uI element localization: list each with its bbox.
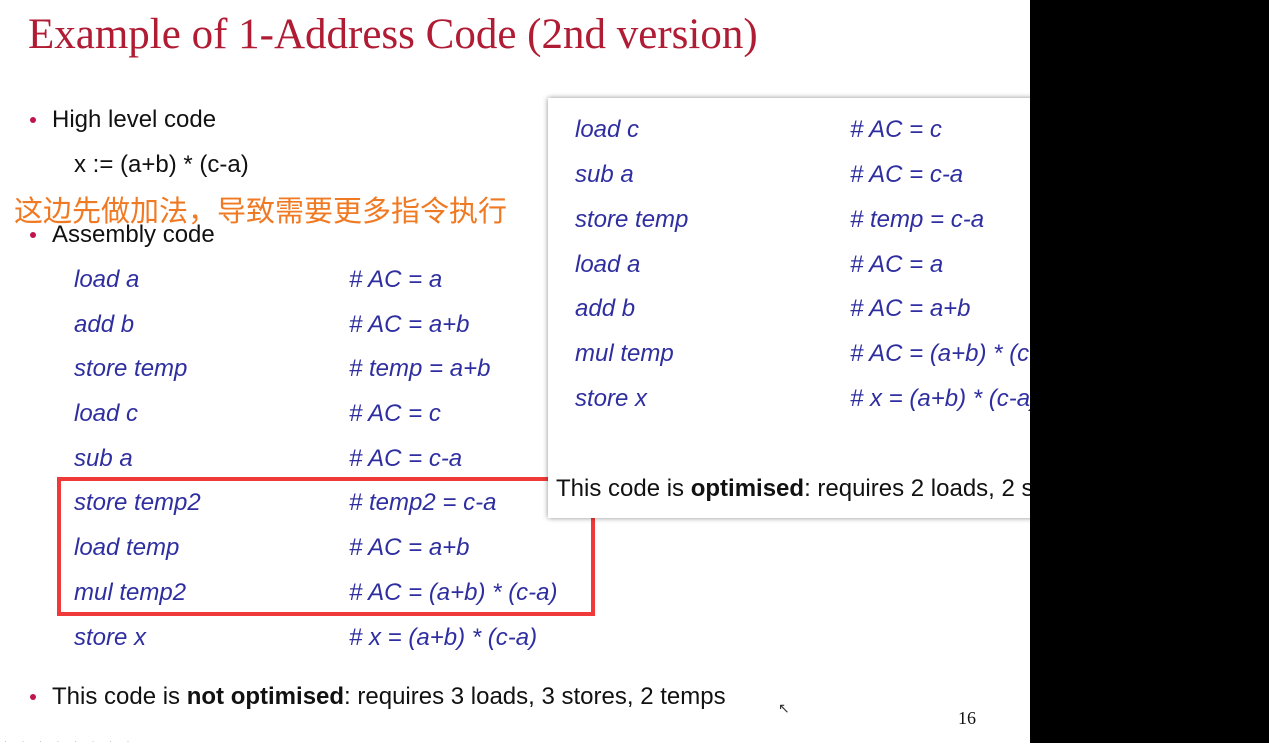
- bullet-high-level: High level code: [52, 106, 217, 133]
- dotted-border: · · · · · · · ·: [4, 736, 136, 746]
- asm-instr: store temp: [74, 355, 188, 382]
- asm-instr: sub a: [74, 445, 133, 472]
- conclusion-bold: not optimised: [186, 683, 345, 710]
- conclusion-suffix: : requires 3 loads, 3 stores, 2 temps: [344, 683, 726, 710]
- asm-comment: # temp = a+b: [349, 355, 491, 382]
- conclusion-not-optimised: This code is not optimised: requires 3 l…: [52, 683, 726, 711]
- popup-asm-comment: # AC = c-a: [850, 161, 964, 188]
- popup-asm-comment: # AC = a: [850, 251, 944, 278]
- asm-instr: load a: [74, 266, 140, 293]
- asm-comment: # AC = a: [349, 266, 443, 293]
- popup-asm-comment: # AC = a+b: [850, 295, 971, 322]
- bullet-dot: [30, 117, 36, 123]
- popup-asm-instr: load c: [575, 116, 640, 143]
- popup-asm-instr: mul temp: [575, 340, 674, 367]
- bullet-assembly: Assembly code: [52, 221, 215, 248]
- conclusion-prefix: This code is: [52, 683, 187, 710]
- popup-asm-comment: # AC = (a+b) * (c-a): [850, 340, 1059, 367]
- popup-asm-comment: # temp = c-a: [850, 206, 985, 233]
- highlight-box: [57, 477, 595, 616]
- bullet-dot: [30, 232, 36, 238]
- black-side-panel: [1030, 0, 1269, 743]
- asm-instr: load c: [74, 400, 139, 427]
- popup-conclusion-bold: optimised: [690, 475, 805, 502]
- asm-comment: # AC = c: [349, 400, 441, 427]
- slide-title: Example of 1-Address Code (2nd version): [28, 11, 758, 58]
- popup-conclusion-prefix: This code is: [556, 475, 691, 502]
- popup-asm-instr: sub a: [575, 161, 634, 188]
- cursor-icon: ↖: [778, 700, 790, 716]
- popup-asm-comment: # x = (a+b) * (c-a): [850, 385, 1039, 412]
- asm-comment: # AC = a+b: [349, 311, 470, 338]
- asm-comment: # x = (a+b) * (c-a): [349, 624, 538, 651]
- high-level-code: x := (a+b) * (c-a): [74, 151, 249, 178]
- popup-asm-instr: load a: [575, 251, 641, 278]
- popup-asm-instr: add b: [575, 295, 636, 322]
- asm-instr: store x: [74, 624, 147, 651]
- page-number: 16: [958, 708, 976, 728]
- popup-asm-instr: store temp: [575, 206, 689, 233]
- asm-comment: # AC = c-a: [349, 445, 463, 472]
- popup-asm-instr: store x: [575, 385, 648, 412]
- popup-asm-comment: # AC = c: [850, 116, 942, 143]
- asm-instr: add b: [74, 311, 135, 338]
- bullet-dot: [30, 694, 36, 700]
